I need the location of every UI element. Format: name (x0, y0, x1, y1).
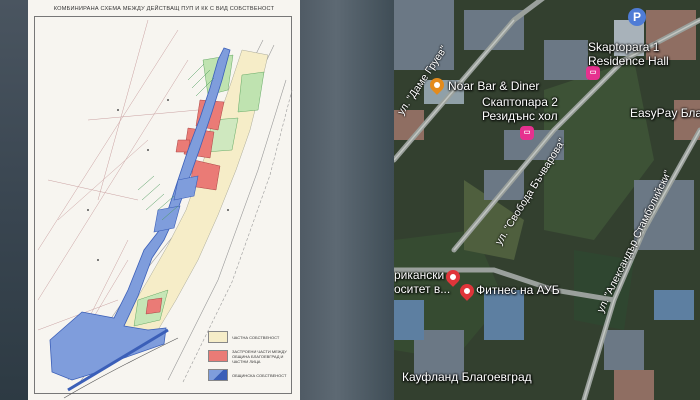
legend-row-contested: ЗАСТРОЕНИ ЧАСТИ МЕЖДУ ОБЩИНА БЛАГОЕВГРАД… (208, 348, 294, 364)
place-label-skaptopara-2[interactable]: Скаптопара 2 (482, 95, 558, 109)
legend-swatch (208, 350, 228, 362)
legend-label: ОБЩИНСКА СОБСТВЕНОСТ (232, 372, 287, 378)
legend-swatch (208, 369, 228, 381)
pin-dot (462, 286, 472, 296)
legend-label: ЧАСТНА СОБСТВЕНОСТ (232, 334, 280, 340)
legend-row-municipal: ОБЩИНСКА СОБСТВЕНОСТ (208, 368, 294, 382)
place-label-skaptopara-1[interactable]: Skaptopara 1 (588, 40, 659, 54)
place-label-easypay[interactable]: EasyPay Благ (630, 106, 700, 120)
parking-icon[interactable]: P (628, 8, 646, 26)
legend-label: ЗАСТРОЕНИ ЧАСТИ МЕЖДУ ОБЩИНА БЛАГОЕВГРАД… (232, 348, 287, 364)
pin-dot (448, 272, 458, 282)
legend-row-private: ЧАСТНА СОБСТВЕНОСТ (208, 330, 294, 344)
place-label-university-2[interactable]: оситет в... (394, 282, 450, 296)
blurred-left-edge (0, 0, 30, 400)
place-label-residence-bg[interactable]: Резидънс хол (482, 109, 558, 123)
parking-symbol: P (632, 10, 641, 24)
place-label-noar[interactable]: Noar Bar & Diner (448, 79, 539, 93)
place-label-residence-hall[interactable]: Residence Hall (588, 54, 669, 68)
blurred-center-gap (298, 0, 394, 400)
place-label-fitness[interactable]: Фитнес на АУБ (476, 283, 560, 297)
place-label-kaufland[interactable]: Кауфланд Благоевград (402, 370, 532, 384)
cadastral-plan: КОМБИНИРАНА СХЕМА МЕЖДУ ДЕЙСТВАЩ ПУП И К… (28, 0, 300, 400)
place-label-university-1[interactable]: рикански (394, 268, 444, 282)
hotel-icon[interactable]: ▭ (520, 126, 534, 140)
legend-swatch (208, 331, 228, 343)
plan-legend: ЧАСТНА СОБСТВЕНОСТ ЗАСТРОЕНИ ЧАСТИ МЕЖДУ… (208, 330, 294, 387)
pin-dot (432, 80, 442, 90)
satellite-map[interactable]: P ▭ Skaptopara 1 Residence Hall Noar Bar… (394, 0, 700, 400)
hotel-icon[interactable]: ▭ (586, 66, 600, 80)
